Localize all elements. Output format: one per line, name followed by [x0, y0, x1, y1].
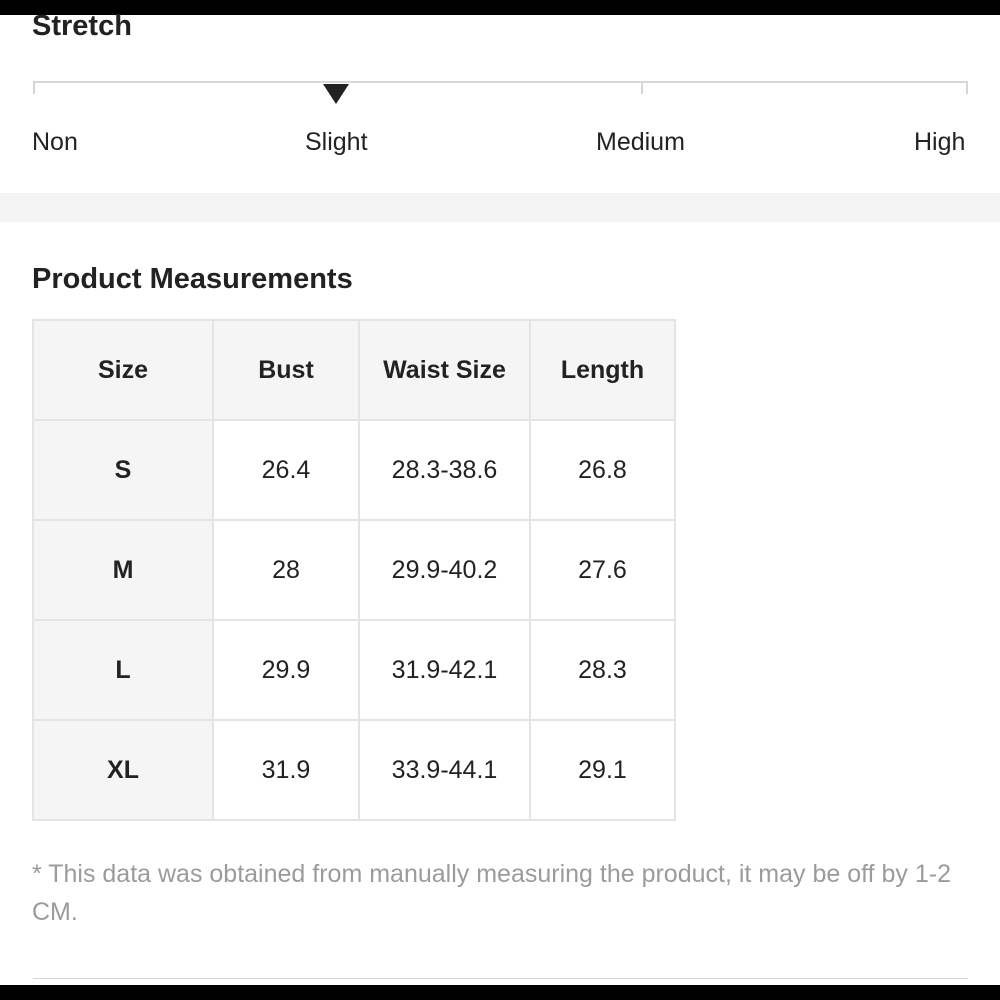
size-cell: L [32, 619, 214, 721]
size-cell: S [32, 419, 214, 521]
section-divider [0, 193, 1000, 222]
length-cell: 26.8 [529, 419, 676, 521]
bottom-border [0, 985, 1000, 1000]
table-row: S 26.4 28.3-38.6 26.8 [32, 419, 676, 521]
length-cell: 27.6 [529, 519, 676, 621]
stretch-level-high: High [914, 128, 966, 156]
waist-size-cell: 33.9-44.1 [358, 719, 531, 821]
table-row: M 28 29.9-40.2 27.6 [32, 519, 676, 621]
column-header-size: Size [32, 319, 214, 421]
length-cell: 29.1 [529, 719, 676, 821]
measurement-disclaimer: * This data was obtained from manually m… [32, 860, 952, 926]
size-cell: XL [32, 719, 214, 821]
stretch-scale-line [33, 81, 968, 83]
table-header-row: Size Bust Waist Size Length [32, 319, 676, 421]
bust-cell: 31.9 [212, 719, 360, 821]
stretch-level-slight: Slight [305, 128, 368, 156]
column-header-bust: Bust [212, 319, 360, 421]
stretch-level-non: Non [32, 128, 78, 156]
triangle-down-icon [323, 84, 349, 104]
table-row: XL 31.9 33.9-44.1 29.1 [32, 719, 676, 821]
bust-cell: 28 [212, 519, 360, 621]
stretch-title: Stretch [32, 10, 132, 42]
table-row: L 29.9 31.9-42.1 28.3 [32, 619, 676, 721]
waist-size-cell: 31.9-42.1 [358, 619, 531, 721]
stretch-scale-tick [33, 81, 35, 94]
size-cell: M [32, 519, 214, 621]
column-header-length: Length [529, 319, 676, 421]
bust-cell: 29.9 [212, 619, 360, 721]
product-measurements-title: Product Measurements [32, 263, 353, 295]
measurements-table: Size Bust Waist Size Length S 26.4 28.3-… [32, 319, 676, 821]
column-header-waist-size: Waist Size [358, 319, 531, 421]
length-cell: 28.3 [529, 619, 676, 721]
waist-size-cell: 28.3-38.6 [358, 419, 531, 521]
stretch-scale-tick [641, 81, 643, 94]
bust-cell: 26.4 [212, 419, 360, 521]
stretch-scale-tick [966, 81, 968, 94]
stretch-level-medium: Medium [596, 128, 685, 156]
waist-size-cell: 29.9-40.2 [358, 519, 531, 621]
top-border [0, 0, 1000, 15]
bottom-divider [33, 978, 968, 979]
